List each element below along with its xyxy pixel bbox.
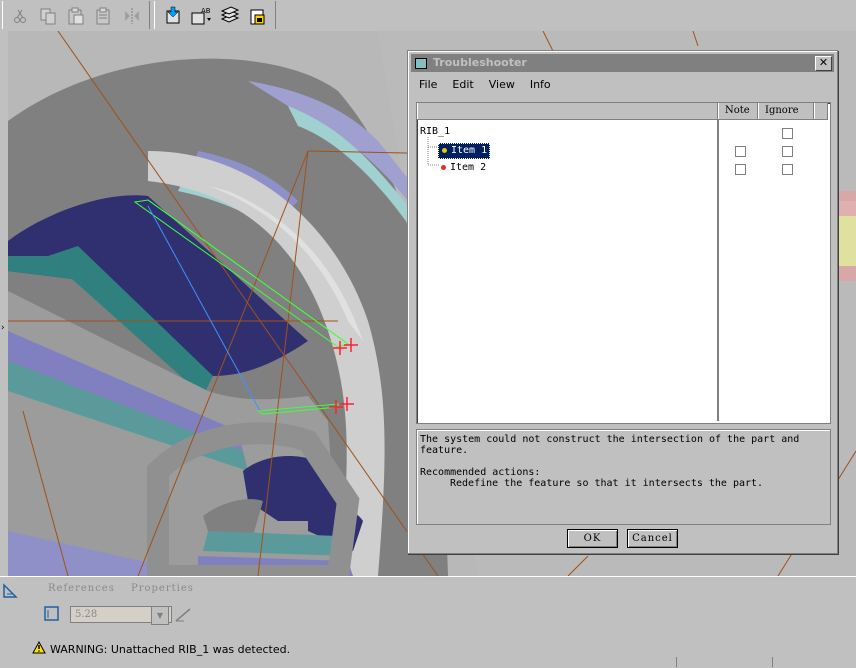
ignore-checkbox-item-1[interactable] [782, 146, 793, 157]
tree-column-header[interactable] [417, 103, 718, 119]
tree-header: Note Ignore [417, 103, 828, 120]
ignore-checkbox-root[interactable] [782, 128, 793, 139]
expand-arrow-icon[interactable]: › [1, 323, 5, 333]
ignore-column-header[interactable]: Ignore [758, 103, 814, 119]
status-divider [772, 657, 856, 667]
window-icon [415, 58, 427, 69]
dialog-title: Troubleshooter [433, 56, 527, 69]
paste-special-icon[interactable] [93, 5, 115, 27]
rename-icon[interactable]: AB [191, 5, 213, 27]
message-line: The system could not construct the inter… [420, 434, 800, 445]
header-spacer [814, 103, 828, 119]
layers-icon[interactable] [219, 5, 241, 27]
issue-tree: Note Ignore RIB_1 Item 1 Item 2 [416, 102, 831, 424]
menu-file[interactable]: File [411, 75, 444, 95]
menu-view[interactable]: View [481, 75, 522, 95]
ignore-checkbox-item-2[interactable] [782, 164, 793, 175]
tree-node-label: Item 1 [451, 145, 488, 156]
tree-node-label: Item 2 [450, 162, 487, 173]
thickness-icon [44, 606, 60, 625]
flip-direction-icon[interactable] [174, 607, 192, 626]
svg-text:AB: AB [201, 7, 211, 15]
close-button[interactable]: ✕ [815, 56, 832, 71]
message-line: Recommended actions: [420, 467, 541, 478]
ok-button[interactable]: OK [567, 529, 618, 548]
save-view-icon[interactable] [247, 5, 269, 27]
menu-bar: File Edit View Info [411, 75, 558, 95]
thickness-dropdown-button[interactable]: ▼ [151, 606, 169, 625]
edit-toolbar-group [2, 1, 150, 29]
cancel-button[interactable]: Cancel [627, 529, 678, 548]
column-splitter[interactable] [717, 120, 720, 421]
status-divider [676, 657, 773, 667]
menu-edit[interactable]: Edit [444, 75, 480, 95]
rib-tool-icon[interactable] [2, 583, 18, 602]
import-icon[interactable] [163, 5, 185, 27]
tree-node-item-2[interactable]: Item 2 [441, 161, 486, 175]
status-message: WARNING: Unattached RIB_1 was detected. [32, 640, 291, 657]
dialog-titlebar[interactable]: Troubleshooter ✕ [411, 54, 834, 72]
tree-node-label: RIB_1 [420, 126, 451, 137]
tab-properties[interactable]: Properties [131, 583, 194, 594]
feature-toolbar-group: AB [154, 1, 276, 29]
tree-node-item-1[interactable]: Item 1 [438, 143, 491, 159]
menu-info[interactable]: Info [522, 75, 558, 95]
note-checkbox-item-1[interactable] [735, 146, 746, 157]
warning-icon [32, 640, 46, 657]
warning-text: WARNING: Unattached RIB_1 was detected. [50, 642, 291, 656]
warning-marker-icon [442, 147, 447, 153]
error-marker-icon [441, 164, 446, 170]
note-column-header[interactable]: Note [718, 103, 758, 119]
note-checkbox-item-2[interactable] [735, 164, 746, 175]
copy-icon[interactable] [37, 5, 59, 27]
tab-references[interactable]: References [48, 583, 115, 594]
message-line: feature. [420, 445, 469, 456]
mirror-icon[interactable] [121, 5, 143, 27]
paste-icon[interactable] [65, 5, 87, 27]
troubleshooter-dialog: Troubleshooter ✕ File Edit View Info Not… [407, 50, 838, 554]
main-toolbar: AB [0, 0, 856, 32]
dashboard-panel: References Properties 5.28 ▼ WARNING: Un… [0, 576, 856, 668]
message-line: Redefine the feature so that it intersec… [450, 478, 764, 489]
message-panel: The system could not construct the inter… [416, 429, 831, 525]
cut-icon[interactable] [9, 5, 31, 27]
